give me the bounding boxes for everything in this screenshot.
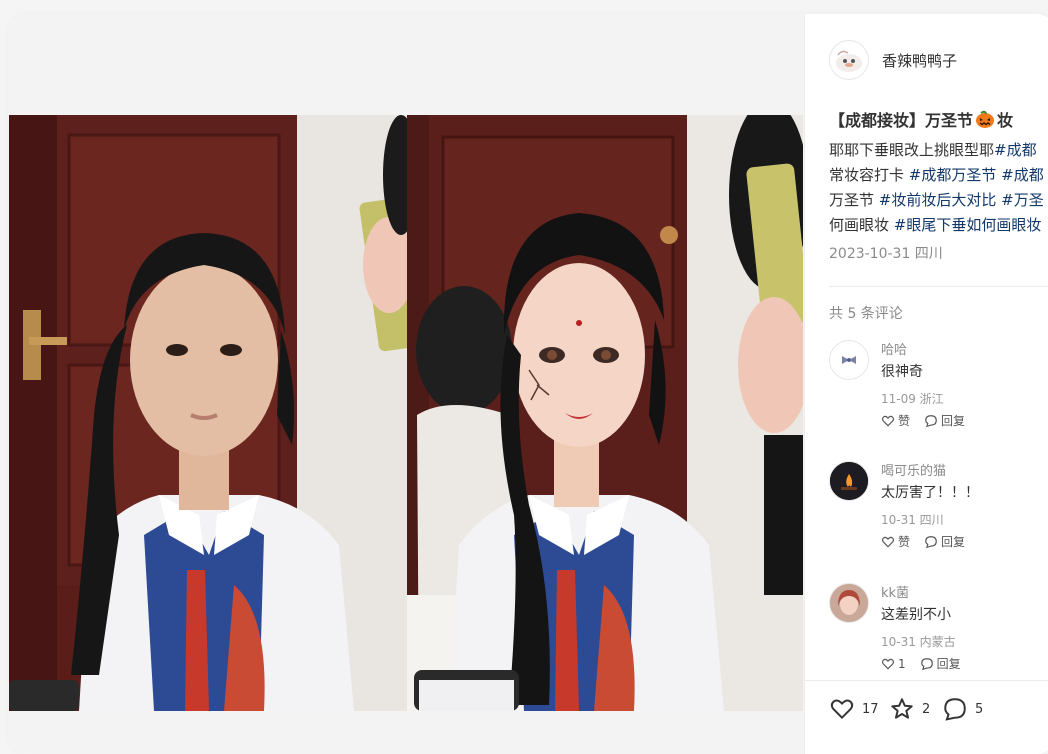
desc-text: 万圣节 [829,191,879,209]
reply-bubble-icon [925,535,937,548]
comment-meta: 10-31 内蒙古 [881,635,956,649]
comment-username[interactable]: kk菌 [881,582,909,601]
note-title: 【成都接妆】万圣节 妆 [829,107,1013,131]
comment-reply-label: 回复 [941,414,966,428]
comment-reply-label: 回复 [941,535,966,549]
like-button[interactable]: 17 [829,696,879,722]
heart-icon [881,658,895,669]
comment-actions: 赞 回复 [881,533,965,550]
note-detail-card: 香辣鸭鸭子 【成都接妆】万圣节 妆 耶耶下垂眼改上挑眼型耶#成都 常妆容打卡 #… [8,14,1048,754]
hashtag-link[interactable]: #成都 [1001,166,1044,184]
comment-username[interactable]: 哈哈 [881,339,907,358]
comment-text: 太厉害了！！！ [881,485,979,501]
comment-username[interactable]: 喝可乐的猫 [881,460,946,479]
star-icon [891,698,913,719]
desc-text: 耶耶下垂眼改上挑眼型耶 [829,141,995,159]
heart-icon [881,536,895,547]
hashtag-link[interactable]: #妆前妆后大对比 [879,191,997,209]
author-name[interactable]: 香辣鸭鸭子 [882,50,957,71]
campfire-avatar-icon[interactable] [829,461,869,501]
comment-meta: 10-31 四川 [881,513,944,527]
bow-avatar-icon[interactable] [829,340,869,380]
comment-reply-label: 回复 [936,657,961,671]
comment-meta: 11-09 浙江 [881,392,944,406]
pumpkin-emoji-icon [975,109,995,129]
note-side-panel: 香辣鸭鸭子 【成都接妆】万圣节 妆 耶耶下垂眼改上挑眼型耶#成都 常妆容打卡 #… [804,14,1048,754]
comment-like-button[interactable]: 赞 [881,533,910,550]
comment-button[interactable]: 5 [942,696,983,722]
note-description: 耶耶下垂眼改上挑眼型耶#成都 常妆容打卡 #成都万圣节 #成都 万圣节 #妆前妆… [829,138,1048,238]
comment-count: 共 5 条评论 [829,306,903,322]
heart-icon [830,699,854,720]
comment-reply-button[interactable]: 回复 [924,533,965,550]
desc-text: 何画眼妆 [829,216,894,234]
comment-bubble-icon [944,698,966,721]
comment-like-label: 赞 [898,535,911,549]
comment-actions: 1 回复 [881,655,961,672]
comment-like-count: 1 [898,656,906,671]
hashtag-link[interactable]: #成都 [994,141,1037,159]
like-count: 17 [862,701,879,717]
collect-count: 2 [922,701,931,717]
comment-actions: 赞 回复 [881,412,965,429]
note-date-location: 2023-10-31 四川 [829,246,943,262]
hashtag-link[interactable]: #万圣 [1001,191,1044,209]
comment-reply-button[interactable]: 回复 [924,412,965,429]
desc-text: 常妆容打卡 [829,166,909,184]
comment-like-button[interactable]: 赞 [881,412,910,429]
comment-like-button[interactable]: 1 [881,655,906,672]
hashtag-link[interactable]: #成都万圣节 [909,166,997,184]
reply-bubble-icon [920,657,933,670]
collect-button[interactable]: 2 [889,696,930,722]
comment-like-label: 赞 [898,414,911,428]
note-title-text-before: 【成都接妆】万圣节 [829,111,974,130]
note-title-text-after: 妆 [997,111,1014,130]
comment-text: 很神奇 [881,364,923,380]
girl-portrait-avatar-icon[interactable] [829,583,869,623]
heart-icon [881,415,895,426]
engagement-bar: 17 2 5 [805,680,1048,754]
cartoon-duck-avatar-icon[interactable] [829,40,869,80]
before-after-photo[interactable] [9,115,803,711]
author-info[interactable]: 香辣鸭鸭子 [829,40,957,80]
comment-text: 这差别不小 [881,607,951,623]
reply-bubble-icon [925,414,937,427]
comment-total-count: 5 [975,701,984,717]
divider [829,286,1048,287]
comment-reply-button[interactable]: 回复 [920,655,961,672]
media-area [8,14,804,754]
hashtag-link[interactable]: #眼尾下垂如何画眼妆 [894,216,1042,234]
